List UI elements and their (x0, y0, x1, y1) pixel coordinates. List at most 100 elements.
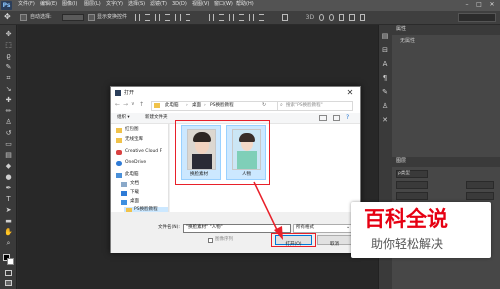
align-icon[interactable] (185, 14, 191, 21)
distribute-icon[interactable] (218, 14, 224, 21)
shape-tool-icon[interactable]: ▬ (4, 217, 13, 225)
nav-item[interactable]: 无线宝库 (116, 137, 168, 144)
3d-mode-icon[interactable]: 3D (306, 14, 314, 21)
history-panel-icon[interactable]: ▤ (381, 33, 389, 40)
move-tool-icon[interactable]: ✥ (4, 30, 13, 38)
3d-slide-icon[interactable] (349, 14, 355, 21)
align-icon[interactable] (135, 14, 141, 21)
brush-tool-icon[interactable]: ✏ (4, 107, 13, 115)
view-options-icon[interactable] (319, 115, 327, 121)
screen-mode-icon[interactable] (5, 280, 12, 286)
auto-select-dropdown[interactable] (62, 14, 84, 21)
zoom-tool-icon[interactable]: ⌕ (4, 239, 13, 247)
dialog-close-button[interactable]: ✕ (343, 88, 357, 98)
distribute-icon[interactable] (248, 14, 255, 21)
eraser-tool-icon[interactable]: ▭ (4, 140, 13, 148)
breadcrumb-desktop[interactable]: 桌面 (192, 103, 201, 109)
character-panel-icon[interactable]: A (381, 61, 389, 68)
menu-view[interactable]: 视图(V) (192, 2, 209, 7)
workspace-switcher[interactable] (458, 13, 496, 22)
file-item[interactable]: 人物 (226, 125, 266, 180)
up-arrow-icon[interactable]: ↑ (139, 102, 144, 108)
nav-item[interactable]: 文档 (121, 181, 167, 188)
properties-tab[interactable]: 属性 (396, 27, 406, 32)
3d-drag-icon[interactable] (339, 14, 345, 21)
menu-window[interactable]: 窗口(W) (214, 2, 233, 7)
help-icon[interactable]: ? (346, 115, 349, 121)
menu-file[interactable]: 文件(F) (18, 2, 35, 7)
distribute-icon[interactable] (259, 14, 265, 21)
marquee-tool-icon[interactable]: ⬚ (4, 41, 13, 49)
file-item[interactable]: 换脸素材 (181, 125, 221, 180)
quick-mask-icon[interactable] (5, 270, 12, 276)
menu-3d[interactable]: 3D(D) (172, 2, 187, 7)
paragraph-panel-icon[interactable]: ¶ (381, 75, 389, 82)
menu-edit[interactable]: 编辑(E) (40, 2, 57, 7)
3d-roll-icon[interactable] (328, 14, 335, 21)
nav-item[interactable]: OneDrive (116, 160, 168, 167)
preview-pane-icon[interactable] (333, 115, 340, 121)
healing-brush-tool-icon[interactable]: ✚ (4, 96, 13, 104)
auto-align-icon[interactable] (282, 14, 288, 21)
fill-field[interactable] (466, 192, 494, 200)
gradient-tool-icon[interactable]: ▤ (4, 151, 13, 159)
breadcrumb-this-pc[interactable]: 此电脑 (165, 103, 179, 109)
cancel-button[interactable]: 取消 (317, 235, 352, 247)
menu-type[interactable]: 文字(Y) (106, 2, 123, 7)
new-folder-button[interactable]: 新建文件夹 (145, 115, 168, 121)
menu-help[interactable]: 帮助(H) (236, 2, 254, 7)
lasso-tool-icon[interactable]: ϱ (4, 52, 13, 60)
show-transform-checkbox[interactable] (88, 14, 95, 21)
distribute-icon[interactable] (228, 14, 235, 21)
distribute-icon[interactable] (239, 14, 244, 21)
hand-tool-icon[interactable]: ✋ (4, 228, 13, 236)
blur-tool-icon[interactable]: ◆ (4, 162, 13, 170)
eyedropper-tool-icon[interactable]: ↘ (4, 85, 13, 93)
type-tool-icon[interactable]: T (4, 195, 13, 203)
breadcrumb-folder[interactable]: PS换脸教程 (210, 103, 234, 109)
properties-panel-icon[interactable]: ⊟ (381, 47, 389, 54)
nav-item[interactable]: 桌面 (121, 199, 167, 206)
pen-tool-icon[interactable]: ✒ (4, 184, 13, 192)
minimize-button[interactable]: – (463, 1, 471, 9)
back-arrow-icon[interactable]: ← (115, 102, 120, 108)
organize-button[interactable]: 组织 ▾ (117, 115, 130, 121)
refresh-icon[interactable]: ↻ (262, 103, 266, 108)
clone-source-panel-icon[interactable]: ♙ (381, 103, 389, 110)
layers-tab[interactable]: 图层 (396, 159, 406, 164)
recent-chevron-icon[interactable]: ∨ (131, 102, 135, 107)
menu-select[interactable]: 选择(S) (128, 2, 145, 7)
tool-presets-panel-icon[interactable]: ✕ (381, 117, 389, 124)
blend-mode-dropdown[interactable] (396, 181, 428, 189)
align-icon[interactable] (175, 14, 181, 21)
nav-item[interactable]: 此电脑 (116, 172, 168, 179)
path-select-tool-icon[interactable]: ➤ (4, 206, 13, 214)
close-app-button[interactable]: ✕ (488, 1, 496, 9)
align-icon[interactable] (145, 14, 151, 21)
nav-item[interactable]: Creative Cloud F (116, 149, 168, 156)
move-tool-icon[interactable]: ✥ (4, 13, 11, 21)
align-icon[interactable] (155, 14, 161, 21)
clone-stamp-tool-icon[interactable]: ♙ (4, 118, 13, 126)
crop-tool-icon[interactable]: ⌗ (4, 74, 13, 82)
3d-scale-icon[interactable] (359, 14, 365, 21)
nav-item[interactable]: 红包图 (116, 127, 168, 134)
menu-image[interactable]: 图像(I) (62, 2, 77, 7)
quick-select-tool-icon[interactable]: ✎ (4, 63, 13, 71)
menu-filter[interactable]: 滤镜(T) (150, 2, 167, 7)
menu-layer[interactable]: 图层(L) (84, 2, 101, 7)
maximize-button[interactable]: □ (475, 1, 483, 9)
3d-rotate-icon[interactable] (318, 14, 324, 21)
distribute-icon[interactable] (208, 14, 214, 21)
forward-arrow-icon[interactable]: → (123, 102, 128, 108)
lock-icons[interactable] (396, 192, 428, 200)
history-brush-tool-icon[interactable]: ↺ (4, 129, 13, 137)
brush-panel-icon[interactable]: ✎ (381, 89, 389, 96)
auto-select-checkbox[interactable] (20, 14, 27, 21)
align-icon[interactable] (165, 14, 171, 21)
opacity-field[interactable] (466, 181, 494, 189)
dodge-tool-icon[interactable]: ● (4, 173, 13, 181)
image-sequence-checkbox[interactable] (208, 238, 213, 243)
nav-item[interactable]: 下载 (121, 190, 167, 197)
background-color-swatch[interactable] (7, 258, 14, 265)
